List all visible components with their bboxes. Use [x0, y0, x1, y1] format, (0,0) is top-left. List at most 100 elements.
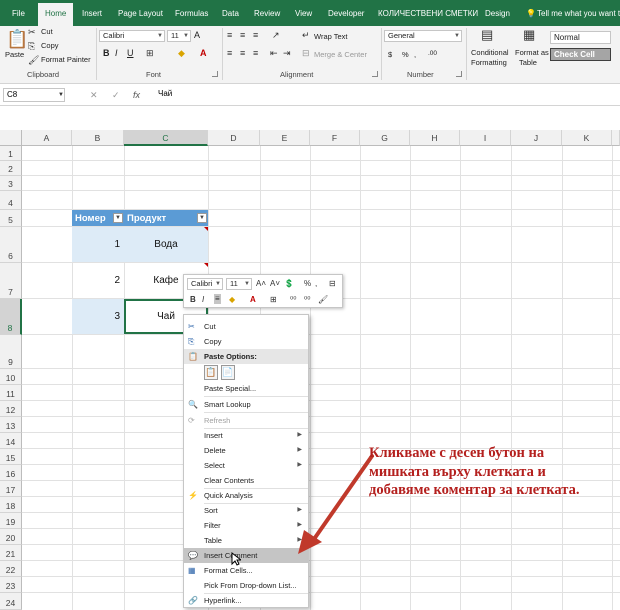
menu-item-smart-lookup[interactable]: 🔍 Smart Lookup	[184, 397, 308, 412]
table-cell-number[interactable]: 3	[72, 299, 124, 334]
paintbrush-icon[interactable]: 🖌	[318, 295, 328, 305]
currency-button[interactable]: $	[388, 50, 392, 59]
enter-icon[interactable]: ✓	[112, 90, 120, 100]
style-normal[interactable]: Normal	[550, 31, 611, 44]
italic-button[interactable]: I	[115, 48, 118, 58]
fill-color-icon[interactable]: ◆	[229, 295, 235, 305]
menu-item-pick-dropdown[interactable]: Pick From Drop-down List...	[184, 578, 308, 593]
tab-custom[interactable]: КОЛИЧЕСТВЕНИ СМЕТКИ	[378, 0, 478, 26]
row-header-20[interactable]: 20	[0, 529, 22, 545]
menu-item-refresh[interactable]: ⟳ Refresh	[184, 413, 308, 428]
paste-button[interactable]: Paste	[5, 50, 24, 59]
font-dialog-launcher[interactable]	[212, 71, 218, 77]
formula-input[interactable]: Чай	[158, 89, 172, 98]
tab-design[interactable]: Design	[485, 0, 510, 26]
row-header-19[interactable]: 19	[0, 513, 22, 529]
alignment-dialog-launcher[interactable]	[372, 71, 378, 77]
paste-icon[interactable]: 📋	[6, 30, 28, 48]
column-header-g[interactable]: G	[360, 130, 410, 146]
merge-center-button[interactable]: Merge & Center	[314, 50, 367, 59]
column-header-j[interactable]: J	[511, 130, 562, 146]
menu-item-hyperlink[interactable]: 🔗 Hyperlink...	[184, 593, 308, 608]
grow-font-button[interactable]: A	[194, 30, 200, 40]
row-header-10[interactable]: 10	[0, 369, 22, 385]
decrease-indent-icon[interactable]: ⇤	[270, 48, 278, 58]
tab-home[interactable]: Home	[38, 3, 74, 26]
row-header-12[interactable]: 12	[0, 401, 22, 417]
tab-page-layout[interactable]: Page Layout	[118, 0, 163, 26]
table-cell-number[interactable]: 1	[72, 227, 124, 262]
tab-review[interactable]: Review	[254, 0, 280, 26]
row-header-11[interactable]: 11	[0, 385, 22, 401]
column-header-e[interactable]: E	[260, 130, 310, 146]
select-all-corner[interactable]	[0, 130, 22, 146]
borders-icon[interactable]: ⊞	[270, 295, 277, 305]
row-header-22[interactable]: 22	[0, 561, 22, 577]
table-header-number[interactable]: Номер ▼	[72, 210, 124, 226]
column-header-i[interactable]: I	[460, 130, 511, 146]
tab-formulas[interactable]: Formulas	[175, 0, 208, 26]
tab-data[interactable]: Data	[222, 0, 239, 26]
format-painter-icon[interactable]: ⊟	[329, 279, 336, 289]
cancel-icon[interactable]: ✕	[90, 90, 98, 100]
mini-bold-button[interactable]: B	[190, 295, 196, 305]
menu-item-insert[interactable]: Insert ▶	[184, 428, 308, 443]
row-header-5[interactable]: 5	[0, 210, 22, 227]
number-dialog-launcher[interactable]	[456, 71, 462, 77]
row-header-7[interactable]: 7	[0, 263, 22, 299]
grow-font-icon[interactable]: A˄	[256, 279, 266, 289]
increase-indent-icon[interactable]: ⇥	[283, 48, 291, 58]
table-cell-number[interactable]: 2	[72, 263, 124, 298]
align-center-icon[interactable]: ≡	[240, 48, 245, 58]
borders-icon[interactable]: ⊞	[146, 48, 154, 58]
format-as-table-button[interactable]: Format as	[515, 48, 549, 57]
align-right-icon[interactable]: ≡	[253, 48, 258, 58]
bold-button[interactable]: B	[103, 48, 110, 58]
orientation-icon[interactable]: ↗	[272, 30, 280, 40]
row-header-8[interactable]: 8	[0, 299, 22, 335]
column-header-f[interactable]: F	[310, 130, 360, 146]
conditional-formatting-button[interactable]: Conditional	[471, 48, 509, 57]
copy-button[interactable]: Copy	[41, 41, 59, 50]
column-header-a[interactable]: A	[22, 130, 72, 146]
number-format-combo[interactable]: General ▼	[384, 30, 462, 42]
font-color-icon[interactable]: A	[200, 48, 207, 58]
column-header-d[interactable]: D	[208, 130, 260, 146]
decrease-decimal-icon[interactable]: ⁰⁰	[304, 295, 310, 305]
row-header-3[interactable]: 3	[0, 176, 22, 191]
name-box[interactable]: C8	[3, 88, 65, 102]
comma-button[interactable]: ,	[414, 50, 416, 59]
align-bottom-icon[interactable]: ≡	[253, 30, 258, 40]
row-header-21[interactable]: 21	[0, 545, 22, 561]
increase-decimal-icon[interactable]: ⁰⁰	[290, 295, 296, 305]
paste-option-icon[interactable]: 📋	[204, 365, 218, 380]
row-header-15[interactable]: 15	[0, 449, 22, 465]
cut-button[interactable]: Cut	[41, 27, 53, 36]
row-header-4[interactable]: 4	[0, 191, 22, 210]
increase-decimal-button[interactable]: .00	[428, 50, 437, 57]
shrink-font-icon[interactable]: A˅	[270, 279, 280, 289]
row-header-18[interactable]: 18	[0, 497, 22, 513]
column-header-b[interactable]: B	[72, 130, 124, 146]
tab-file[interactable]: File	[12, 0, 25, 26]
row-header-6[interactable]: 6	[0, 227, 22, 263]
format-as-table-icon[interactable]: ▦	[523, 28, 535, 41]
menu-item-paste-special[interactable]: Paste Special...	[184, 381, 308, 396]
mini-italic-button[interactable]: I	[202, 295, 204, 305]
wrap-text-button[interactable]: Wrap Text	[314, 32, 348, 41]
tab-insert[interactable]: Insert	[82, 0, 102, 26]
percent-icon[interactable]: %	[304, 279, 311, 289]
table-cell-product[interactable]: Вода	[124, 227, 208, 262]
percent-button[interactable]: %	[402, 50, 409, 59]
row-header-23[interactable]: 23	[0, 577, 22, 593]
tab-view[interactable]: View	[295, 0, 312, 26]
row-header-17[interactable]: 17	[0, 481, 22, 497]
tell-me-box[interactable]: Tell me what you want to	[537, 0, 620, 26]
font-name-combo[interactable]: Calibri ▼	[99, 30, 165, 42]
font-size-combo[interactable]: 11 ▼	[167, 30, 191, 42]
tab-developer[interactable]: Developer	[328, 0, 364, 26]
menu-item-format-cells[interactable]: ▦ Format Cells...	[184, 563, 308, 578]
mini-size-combo[interactable]: 11 ▼	[226, 278, 252, 290]
mini-font-combo[interactable]: Calibri ▼	[187, 278, 223, 290]
conditional-formatting-icon[interactable]: ▤	[481, 28, 493, 41]
